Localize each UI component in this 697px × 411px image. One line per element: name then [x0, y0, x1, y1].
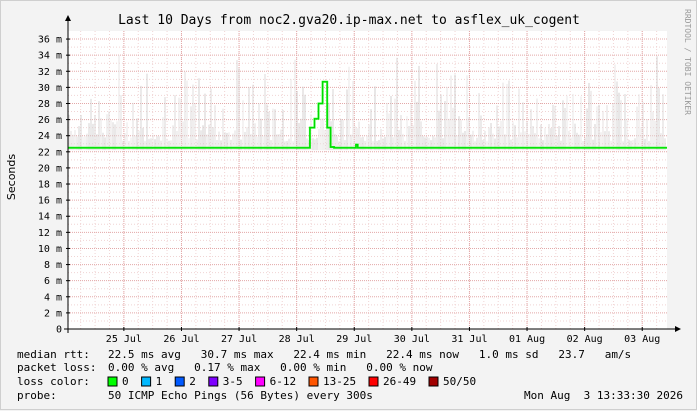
loss-color-swatch — [208, 376, 219, 387]
loss-color-label-item: 26-49 — [383, 375, 416, 388]
y-tick-label: 20 m — [38, 163, 62, 174]
x-tick-label: 28 Jul — [279, 334, 315, 345]
plot-area — [68, 31, 667, 329]
timestamp: Mon Aug 3 13:33:30 2026 — [524, 389, 683, 402]
y-tick-label: 12 m — [38, 228, 62, 239]
y-tick-label: 6 m — [44, 276, 62, 287]
y-tick-label: 36 m — [38, 35, 62, 46]
x-tick-label: 29 Jul — [336, 334, 372, 345]
y-tick-label: 2 m — [44, 308, 62, 319]
x-tick-label: 27 Jul — [221, 334, 257, 345]
y-tick-label: 24 m — [38, 131, 62, 142]
y-tick-label: 22 m — [38, 147, 62, 158]
x-tick-label: 25 Jul — [106, 334, 142, 345]
probe-value: 50 ICMP Echo Pings (56 Bytes) every 300s — [108, 389, 373, 402]
packet-loss-label: packet loss: — [17, 361, 96, 374]
loss-color-swatch — [428, 376, 439, 387]
packet-loss-values: 0.00 % avg 0.17 % max 0.00 % min 0.00 % … — [108, 361, 433, 374]
loss-color-swatch — [368, 376, 379, 387]
latency-chart: Last 10 Days from noc2.gva20.ip-max.net … — [5, 9, 692, 402]
x-tick-labels: 25 Jul 26 Jul 27 Jul 28 Jul 29 Jul 30 Jul 31 J… — [106, 327, 660, 345]
loss-color-swatch — [174, 376, 185, 387]
loss-color-label-item: 6-12 — [270, 375, 297, 388]
y-tick-label: 26 m — [38, 115, 62, 126]
loss-color-label-item: 50/50 — [443, 375, 476, 388]
loss-color-swatch — [255, 376, 266, 387]
y-tick-label: 16 m — [38, 196, 62, 207]
x-tick-label: 31 Jul — [451, 334, 487, 345]
smokeping-graph: Last 10 Days from noc2.gva20.ip-max.net … — [0, 0, 697, 410]
loss-color-label-item: 2 — [189, 375, 196, 388]
loss-color-label-item: 3-5 — [223, 375, 243, 388]
loss-color-label-item: 0 — [122, 375, 129, 388]
y-tick-label: 8 m — [44, 260, 62, 271]
rrdtool-watermark: RRDTOOL / TOBI OETIKER — [683, 9, 692, 115]
y-tick-label: 28 m — [38, 99, 62, 110]
y-axis-arrow — [65, 15, 71, 21]
loss-color-swatch — [141, 376, 152, 387]
y-tick-label: 10 m — [38, 244, 62, 255]
y-tick-label: 14 m — [38, 212, 62, 223]
x-tick-label: 02 Aug — [567, 334, 603, 345]
loss-color-label: loss color: — [17, 375, 90, 388]
y-tick-label: 34 m — [38, 51, 62, 62]
y-tick-label: 4 m — [44, 292, 62, 303]
probe-label: probe: — [17, 389, 57, 402]
loss-color-legend: 0 1 2 3-5 6-12 13-25 26-49 50/50 — [107, 375, 476, 388]
stats-block: median rtt: 22.5 ms avg 30.7 ms max 22.4… — [17, 348, 683, 402]
y-tick-label: 0 — [56, 325, 62, 336]
y-tick-label: 32 m — [38, 67, 62, 78]
loss-color-swatch — [107, 376, 118, 387]
median-rtt-values: 22.5 ms avg 30.7 ms max 22.4 ms min 22.4… — [108, 348, 631, 361]
loss-color-label-item: 13-25 — [323, 375, 356, 388]
chart-title: Last 10 Days from noc2.gva20.ip-max.net … — [118, 13, 580, 28]
x-tick-label: 01 Aug — [509, 334, 545, 345]
x-tick-label: 03 Aug — [624, 334, 660, 345]
x-axis-arrow — [675, 326, 681, 332]
x-tick-label: 30 Jul — [394, 334, 430, 345]
y-axis-label: Seconds — [5, 154, 18, 200]
loss-color-swatch — [308, 376, 319, 387]
median-rtt-label: median rtt: — [17, 348, 90, 361]
loss-color-label-item: 1 — [156, 375, 163, 388]
x-tick-label: 26 Jul — [163, 334, 199, 345]
y-tick-label: 18 m — [38, 180, 62, 191]
y-tick-label: 30 m — [38, 83, 62, 94]
y-tick-labels: 0 2 m 4 m 6 m 8 m 10 m 12 m 14 m 16 m 18 m 20 m 22 … — [38, 35, 70, 336]
